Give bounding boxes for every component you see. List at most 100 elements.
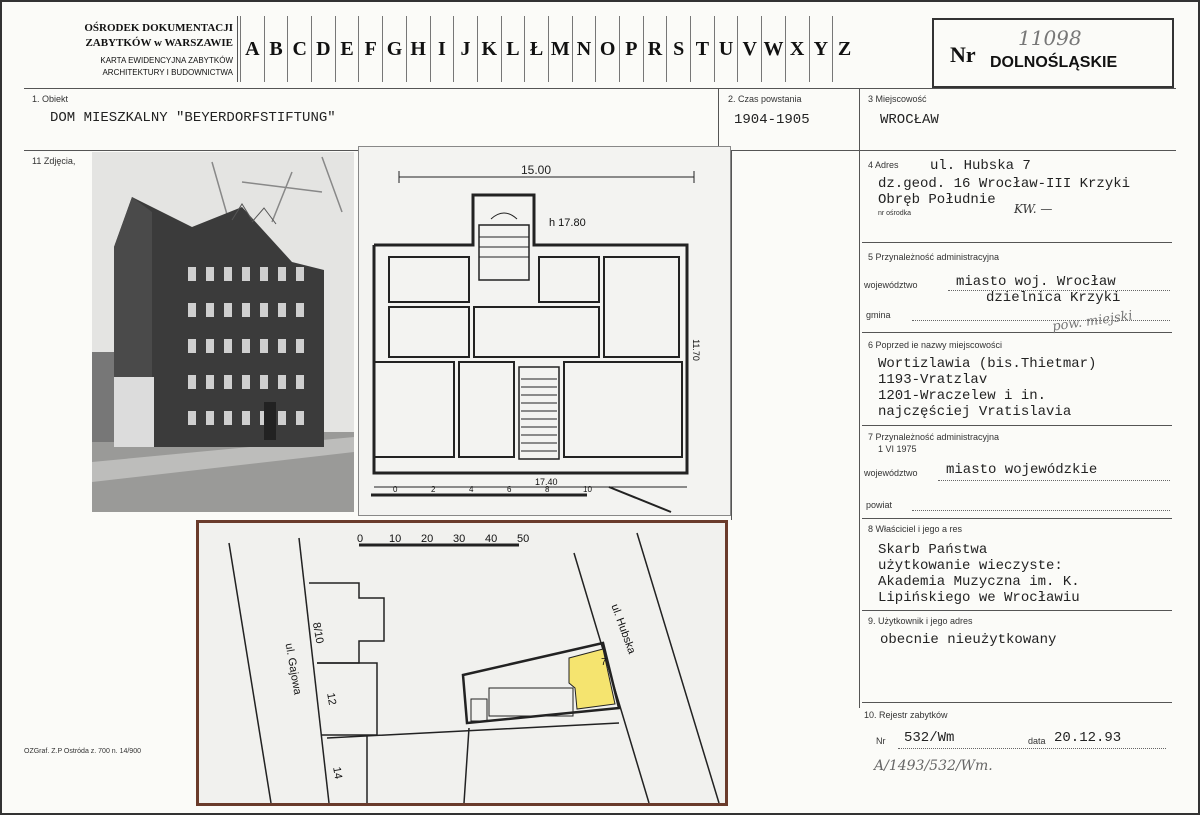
- institution-line3: KARTA EWIDENCYJNA ZABYTKÓW: [100, 56, 233, 65]
- map-scale-label: 20: [421, 533, 434, 545]
- woj7-value: miasto wojewódzkie: [946, 462, 1098, 478]
- window-shape: [224, 303, 232, 317]
- window-shape: [242, 339, 250, 353]
- map-scale-label: 30: [453, 533, 466, 545]
- wlasciciel-label: 8 Właściciel i jego a res: [868, 524, 963, 534]
- index-letter: H: [405, 16, 430, 82]
- index-letter: X: [784, 16, 809, 82]
- adres-hand: KW. —: [1014, 202, 1053, 216]
- rejestr-nr-label: Nr: [876, 736, 886, 746]
- alphabet-index: ABCDEFGHIJKLŁMNOPRSTUVWXYZ: [240, 16, 930, 82]
- plan-scale-labels: 0 2 4 6 8 10: [393, 485, 623, 497]
- window-shape: [296, 411, 304, 425]
- divider: [862, 242, 1172, 243]
- site-map-drawing: [228, 532, 720, 804]
- przyn7-label: 7 Przynależność administracyjna: [868, 432, 1000, 442]
- floor-plan: 15.00 h 17.80 11.70 17.40 0 2 4 6 8 10: [358, 146, 731, 516]
- window-shape: [242, 303, 250, 317]
- uzytkownik-value: obecnie nieużytkowany: [880, 632, 1057, 648]
- wlasciciel-line1: Skarb Państwa: [878, 542, 988, 558]
- plan-scale-label: 2: [431, 485, 436, 494]
- window-shape: [278, 339, 286, 353]
- index-letter: E: [334, 16, 359, 82]
- index-letter: K: [476, 16, 501, 82]
- window-shape: [296, 375, 304, 389]
- window-shape: [278, 411, 286, 425]
- index-letter: F: [358, 16, 382, 82]
- adres-line3: Obręb Południe: [878, 192, 996, 208]
- dotline: [912, 510, 1170, 511]
- window-shape: [206, 339, 214, 353]
- divider: [862, 425, 1172, 426]
- dotline: [938, 480, 1170, 481]
- divider: [862, 332, 1172, 333]
- divider: [862, 518, 1172, 519]
- divider: [862, 610, 1172, 611]
- miejscowosc-value: WROCŁAW: [880, 112, 939, 128]
- obiekt-label: 1. Obiekt: [32, 94, 69, 104]
- map-scale-label: 10: [389, 533, 402, 545]
- rejestr-label: 10. Rejestr zabytków: [864, 710, 948, 720]
- adres-small: nr ośrodka: [878, 210, 912, 217]
- window-shape: [242, 375, 250, 389]
- index-letter: Z: [832, 16, 856, 82]
- divider: [24, 88, 1176, 89]
- window-shape: [188, 339, 196, 353]
- window-shape: [260, 303, 268, 317]
- index-letter: C: [287, 16, 311, 82]
- index-letter: D: [311, 16, 335, 82]
- window-shape: [188, 303, 196, 317]
- index-letter: R: [642, 16, 667, 82]
- plan-scale-label: 6: [507, 485, 512, 494]
- window-shape: [278, 267, 286, 281]
- wlasciciel-line3: Akademia Muzyczna im. K.: [878, 574, 1080, 590]
- czas-label: 2. Czas powstania: [728, 94, 802, 104]
- site-map: 0 10 20 30 40 50 ul. Gajowa ul. Hubska 8/10 1…: [196, 520, 728, 806]
- obiekt-value: DOM MIESZKALNY "BEYERDORFSTIFTUNG": [50, 110, 336, 126]
- rejestr-hand: A/1493/532/Wm.: [874, 758, 993, 774]
- building-photo-drawing: [92, 152, 354, 512]
- map-plot-14: 14: [330, 765, 345, 781]
- index-letter: S: [666, 16, 690, 82]
- poprzed-line2: 1193-Vratzlav: [878, 372, 988, 388]
- index-letter: U: [713, 16, 738, 82]
- map-scale-label: 50: [517, 533, 530, 545]
- window-shape: [206, 267, 214, 281]
- institution-line1: OŚRODEK DOKUMENTACJI: [84, 22, 233, 34]
- institution-block: OŚRODEK DOKUMENTACJI ZABYTKÓW w WARSZAWI…: [26, 16, 238, 82]
- index-letter: A: [240, 16, 264, 82]
- window-shape: [296, 303, 304, 317]
- czas-value: 1904-1905: [734, 112, 810, 128]
- window-shape: [224, 267, 232, 281]
- poprzed-line1: Wortizlawia (bis.Thietmar): [878, 356, 1097, 372]
- index-letter: O: [595, 16, 619, 82]
- window-shape: [188, 267, 196, 281]
- index-letter: L: [500, 16, 525, 82]
- index-letter: M: [547, 16, 572, 82]
- index-letter: Ł: [524, 16, 548, 82]
- window-shape: [278, 303, 286, 317]
- nr-label: Nr: [950, 42, 976, 67]
- index-letter: N: [571, 16, 596, 82]
- przyn7-date: 1 VI 1975: [878, 444, 917, 454]
- powiat-label: powiat: [866, 500, 893, 510]
- window-shape: [260, 375, 268, 389]
- institution-line2: ZABYTKÓW w WARSZAWIE: [85, 37, 233, 49]
- uzytkownik-label: 9. Użytkownik i jego adres: [868, 616, 973, 626]
- poprzed-label: 6 Poprzed ie nazwy miejscowości: [868, 340, 1003, 350]
- window-shape: [260, 267, 268, 281]
- rejestr-data-label: data: [1028, 736, 1046, 746]
- index-letter: T: [690, 16, 714, 82]
- divider: [718, 88, 719, 150]
- index-letter: G: [382, 16, 406, 82]
- index-letter: W: [761, 16, 785, 82]
- index-letter: P: [619, 16, 643, 82]
- region-label: DOLNOŚLĄSKIE: [990, 54, 1118, 71]
- map-plot-12: 12: [324, 691, 339, 707]
- dotline: [912, 320, 1170, 321]
- window-shape: [224, 375, 232, 389]
- gmina-hand: pow. miejski: [1051, 308, 1134, 335]
- przyn5-label: 5 Przynależność administracyjna: [868, 252, 1000, 262]
- plan-width-dim: 15.00: [521, 163, 552, 177]
- plan-scale-label: 10: [583, 485, 592, 494]
